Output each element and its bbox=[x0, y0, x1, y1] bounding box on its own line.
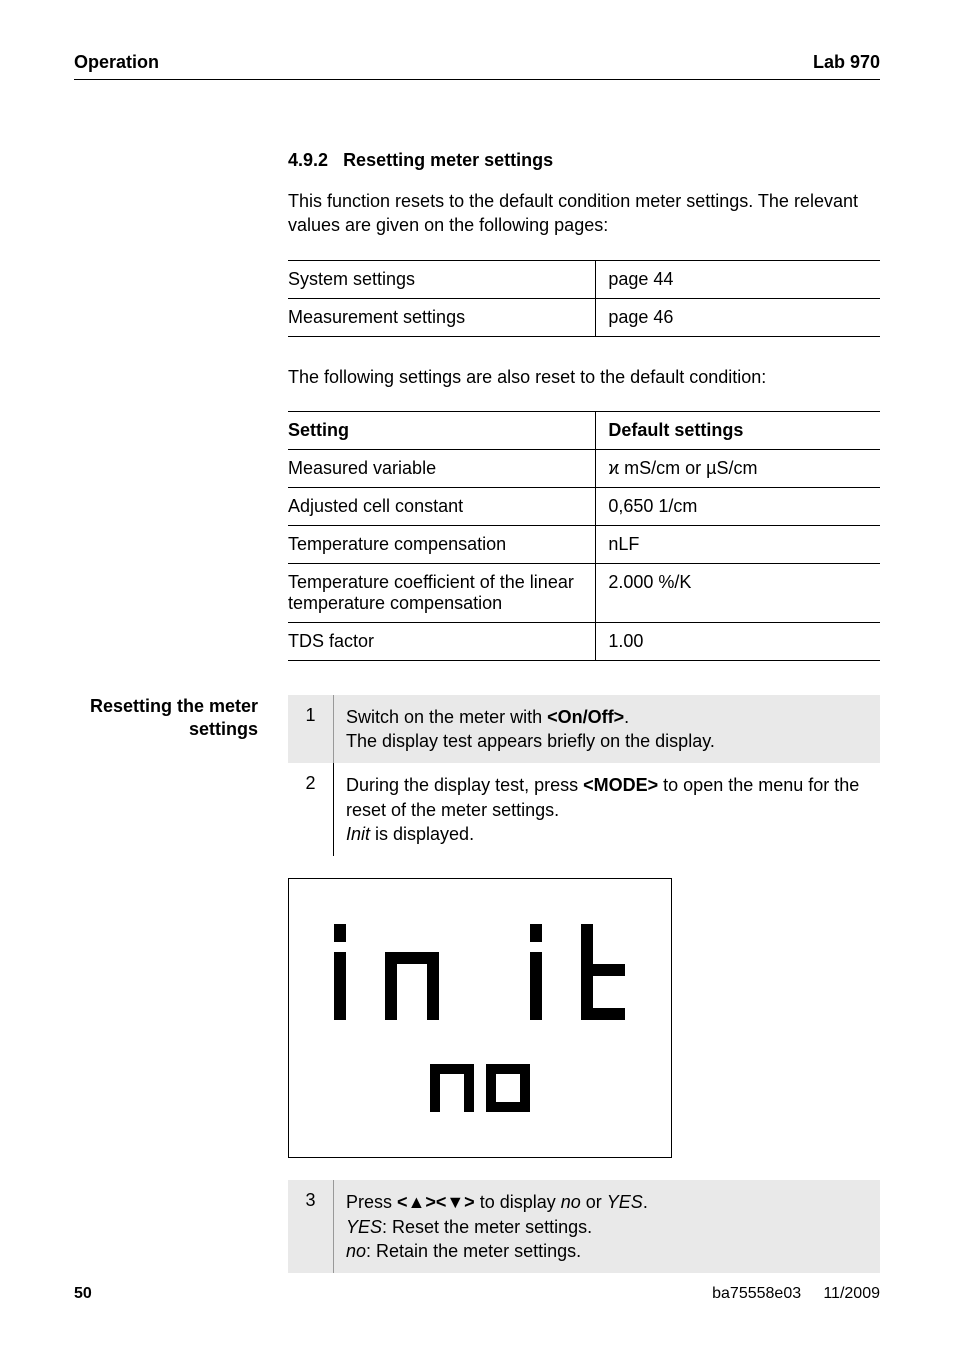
settings-head-1: Setting bbox=[288, 411, 596, 449]
step3-pre: Press bbox=[346, 1192, 397, 1212]
link-page: page 46 bbox=[596, 298, 880, 336]
table-row: Adjusted cell constant 0,650 1/cm bbox=[288, 487, 880, 525]
step2-line2b: is displayed. bbox=[370, 824, 474, 844]
step-1: 1 Switch on the meter with <On/Off>. The… bbox=[288, 695, 880, 764]
seg-n-small bbox=[430, 1056, 474, 1112]
doc-id: ba75558e03 bbox=[712, 1285, 801, 1302]
section-number: 4.9.2 bbox=[288, 150, 328, 170]
footer-right: ba75558e03 11/2009 bbox=[712, 1285, 880, 1303]
lcd-display bbox=[288, 878, 672, 1158]
page-number: 50 bbox=[74, 1285, 92, 1303]
step1-line2: The display test appears briefly on the … bbox=[346, 731, 715, 751]
seg-t bbox=[581, 924, 635, 1020]
link-page: page 44 bbox=[596, 260, 880, 298]
page-footer: 50 ba75558e03 11/2009 bbox=[74, 1285, 880, 1303]
table-row: TDS factor 1.00 bbox=[288, 622, 880, 660]
side-label-line1: Resetting the meter bbox=[90, 696, 258, 716]
header-model: Lab 970 bbox=[813, 52, 880, 73]
section-heading: 4.9.2 Resetting meter settings bbox=[288, 150, 880, 171]
yes-desc: : Reset the meter settings. bbox=[382, 1217, 592, 1237]
step3-mid: to display bbox=[475, 1192, 561, 1212]
step-3: 3 Press <▲><▼> to display no or YES. YES… bbox=[288, 1180, 880, 1273]
seg-i-lower bbox=[521, 924, 549, 1020]
step-number: 1 bbox=[288, 695, 334, 764]
setting-name: Temperature coefficient of the linear te… bbox=[288, 563, 596, 622]
table-row: Temperature compensation nLF bbox=[288, 525, 880, 563]
setting-default: 0,650 1/cm bbox=[596, 487, 880, 525]
side-label-line2: settings bbox=[189, 719, 258, 739]
onoff-key: <On/Off> bbox=[547, 707, 624, 727]
arrow-keys: <▲><▼> bbox=[397, 1192, 475, 1212]
seg-i-upper bbox=[325, 924, 353, 1020]
setting-name: Adjusted cell constant bbox=[288, 487, 596, 525]
default-settings-table: Setting Default settings Measured variab… bbox=[288, 411, 880, 661]
no-desc: : Retain the meter settings. bbox=[366, 1241, 581, 1261]
setting-default: ϰ mS/cm or µS/cm bbox=[596, 449, 880, 487]
link-label: System settings bbox=[288, 260, 596, 298]
page-header: Operation Lab 970 bbox=[74, 52, 880, 80]
settings-head-2: Default settings bbox=[596, 411, 880, 449]
step-number: 3 bbox=[288, 1180, 334, 1273]
no-word: no bbox=[561, 1192, 581, 1212]
mode-key: <MODE> bbox=[583, 775, 658, 795]
setting-name: Measured variable bbox=[288, 449, 596, 487]
init-word: Init bbox=[346, 824, 370, 844]
no-label: no bbox=[346, 1241, 366, 1261]
link-label: Measurement settings bbox=[288, 298, 596, 336]
doc-date: 11/2009 bbox=[823, 1285, 880, 1302]
seg-n bbox=[385, 924, 439, 1020]
yes-label: YES bbox=[346, 1217, 382, 1237]
section-intro: This function resets to the default cond… bbox=[288, 189, 880, 238]
side-label: Resetting the meter settings bbox=[74, 695, 288, 742]
step2-pre: During the display test, press bbox=[346, 775, 583, 795]
step-2: 2 During the display test, press <MODE> … bbox=[288, 763, 880, 856]
step-text: Press <▲><▼> to display no or YES. YES: … bbox=[334, 1180, 880, 1273]
step1-post: . bbox=[624, 707, 629, 727]
page-links-table: System settings page 44 Measurement sett… bbox=[288, 260, 880, 337]
seg-o-small bbox=[486, 1056, 530, 1112]
table-row: Measured variable ϰ mS/cm or µS/cm bbox=[288, 449, 880, 487]
section-between: The following settings are also reset to… bbox=[288, 365, 880, 389]
table-row: Temperature coefficient of the linear te… bbox=[288, 563, 880, 622]
yes-word: YES bbox=[607, 1192, 643, 1212]
table-row: System settings page 44 bbox=[288, 260, 880, 298]
section-title: Resetting meter settings bbox=[343, 150, 553, 170]
seg-space bbox=[471, 924, 489, 1020]
step3-post: . bbox=[643, 1192, 648, 1212]
step-text: During the display test, press <MODE> to… bbox=[334, 763, 880, 856]
setting-default: nLF bbox=[596, 525, 880, 563]
table-row: Measurement settings page 46 bbox=[288, 298, 880, 336]
header-operation: Operation bbox=[74, 52, 159, 73]
setting-default: 2.000 %/K bbox=[596, 563, 880, 622]
step-text: Switch on the meter with <On/Off>. The d… bbox=[334, 695, 880, 764]
lcd-sub-text bbox=[430, 1056, 530, 1112]
setting-name: TDS factor bbox=[288, 622, 596, 660]
step1-pre: Switch on the meter with bbox=[346, 707, 547, 727]
setting-default: 1.00 bbox=[596, 622, 880, 660]
step3-or: or bbox=[581, 1192, 607, 1212]
lcd-main-text bbox=[325, 924, 635, 1020]
step-number: 2 bbox=[288, 763, 334, 856]
setting-name: Temperature compensation bbox=[288, 525, 596, 563]
